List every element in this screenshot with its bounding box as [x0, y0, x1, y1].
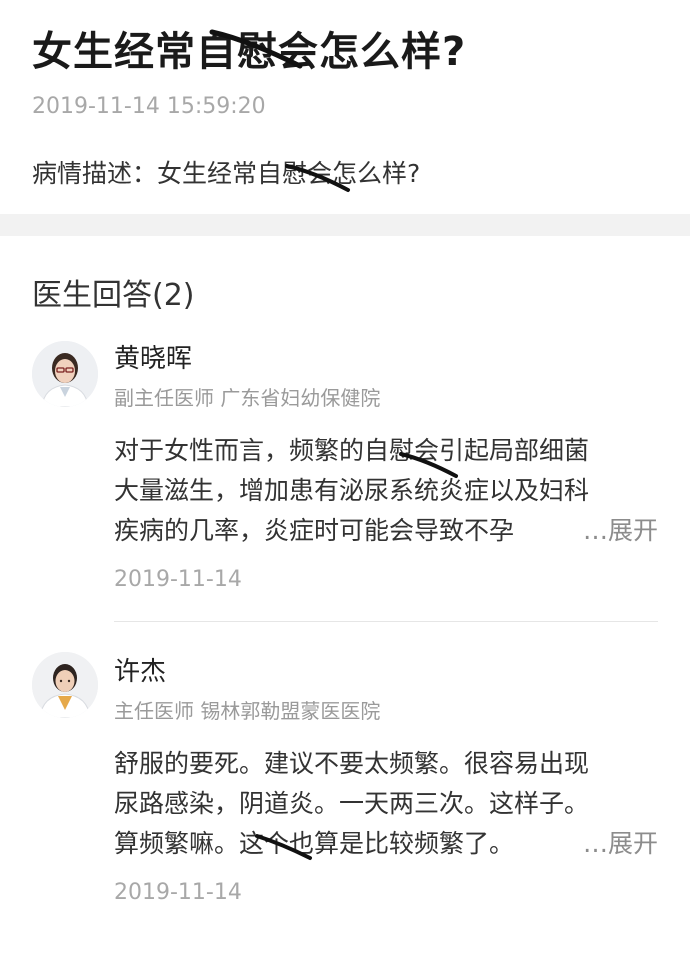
answer-text: 对于女性而言，频繁的自慰会引起局部细菌 大量滋生，增加患有泌尿系统炎症以及妇科 … — [114, 431, 658, 551]
answer-text-line: 对于女性而言，频繁的自慰会引起局部细菌 — [114, 436, 590, 465]
section-divider — [0, 214, 690, 236]
doctor-avatar[interactable] — [32, 341, 98, 407]
doctor-avatar[interactable] — [32, 652, 98, 718]
answer-date: 2019-11-14 — [114, 567, 242, 592]
answer-card[interactable]: 许杰 主任医师 锡林郭勒盟蒙医医院 舒服的要死。建议不要太频繁。很容易出现 尿路… — [32, 622, 658, 908]
question-section: 女生经常自慰会怎么样? 2019-11-14 15:59:20 病情描述：女生经… — [0, 0, 690, 214]
doctor-name[interactable]: 黄晓晖 — [114, 341, 658, 377]
answer-text-line: 舒服的要死。建议不要太频繁。很容易出现 — [114, 749, 590, 778]
answers-header: 医生回答(2) — [32, 278, 195, 313]
expand-link[interactable]: …展开 — [576, 511, 658, 551]
question-datetime: 2019-11-14 15:59:20 — [32, 94, 266, 119]
expand-link[interactable]: …展开 — [576, 824, 658, 864]
question-title: 女生经常自慰会怎么样? — [32, 29, 467, 75]
answer-date: 2019-11-14 — [114, 880, 242, 905]
answer-text-line: 尿路感染，阴道炎。一天两三次。这样子。 — [114, 789, 590, 818]
answers-section: 医生回答(2) 黄晓晖 副主任医师 广东省妇幼保健院 对于女性而言，频繁的自慰会… — [0, 276, 690, 908]
doctor-title-hospital: 副主任医师 广东省妇幼保健院 — [114, 386, 381, 410]
answer-text-line: 算频繁嘛。这个也算是比较频繁了。 — [114, 829, 515, 858]
answer-text-line: 疾病的几率，炎症时可能会导致不孕 — [114, 516, 515, 545]
answer-card[interactable]: 黄晓晖 副主任医师 广东省妇幼保健院 对于女性而言，频繁的自慰会引起局部细菌 大… — [32, 341, 658, 595]
answer-text-line: 大量滋生，增加患有泌尿系统炎症以及妇科 — [114, 476, 590, 505]
doctor-name[interactable]: 许杰 — [114, 654, 658, 690]
doctor-title-hospital: 主任医师 锡林郭勒盟蒙医医院 — [114, 699, 381, 723]
answer-text: 舒服的要死。建议不要太频繁。很容易出现 尿路感染，阴道炎。一天两三次。这样子。 … — [114, 744, 658, 864]
question-description: 病情描述：女生经常自慰会怎么样? — [32, 159, 421, 188]
